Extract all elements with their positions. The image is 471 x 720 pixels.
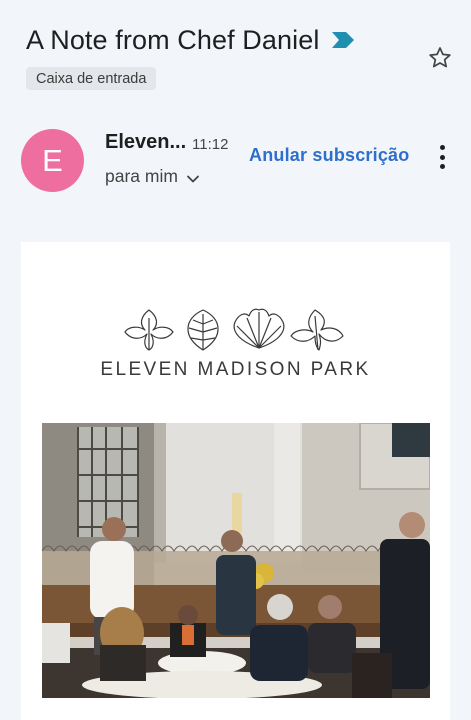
star-icon[interactable]: [426, 44, 454, 72]
important-marker-icon[interactable]: [331, 31, 355, 49]
sender-name[interactable]: Eleven...: [105, 131, 186, 154]
recipient-details-toggle[interactable]: para mim: [105, 166, 200, 187]
avatar[interactable]: E: [21, 129, 84, 192]
email-body: ELEVEN MADISON PARK: [21, 242, 450, 720]
restaurant-photo[interactable]: [42, 423, 430, 698]
email-subject: A Note from Chef Daniel: [26, 24, 320, 55]
inbox-label-text: Caixa de entrada: [36, 70, 147, 87]
inbox-label-chip[interactable]: Caixa de entrada: [26, 67, 157, 90]
subject-row: A Note from Chef Daniel: [26, 22, 446, 58]
brand-name: ELEVEN MADISON PARK: [100, 359, 371, 380]
avatar-letter: E: [42, 142, 63, 178]
chevron-down-icon: [186, 170, 200, 184]
restaurant-logo: [124, 308, 344, 351]
recipient-text: para mim: [105, 166, 178, 186]
unsubscribe-link[interactable]: Anular subscrição: [249, 145, 409, 166]
timestamp: 11:12: [192, 136, 229, 153]
more-vert-icon[interactable]: [430, 143, 454, 171]
